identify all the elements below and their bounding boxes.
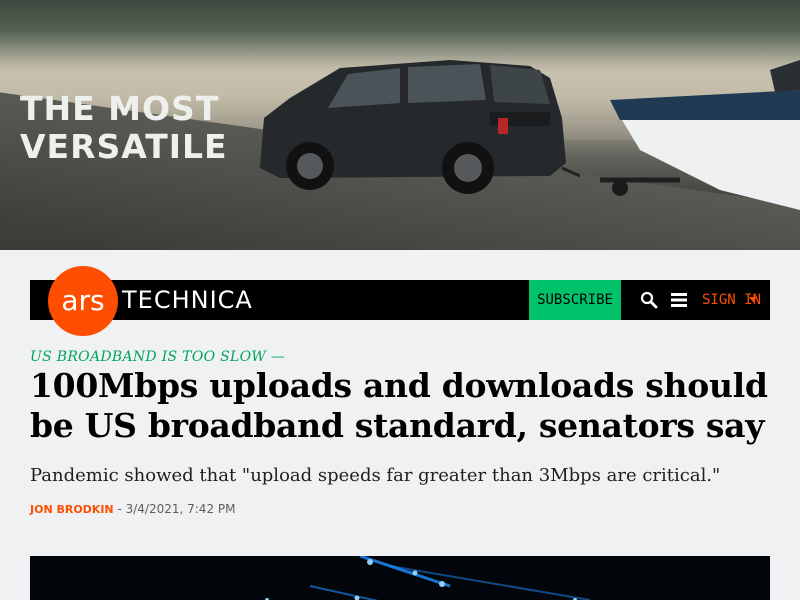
ars-logo[interactable]: ars: [48, 266, 118, 336]
menu-icon[interactable]: [671, 292, 687, 308]
advertisement-banner[interactable]: THE MOST VERSATILE: [0, 0, 800, 250]
ad-headline: THE MOST VERSATILE: [20, 90, 240, 166]
article-lead-image: [30, 556, 770, 600]
logo-technica-text[interactable]: TECHNICA: [122, 284, 253, 316]
subscribe-button[interactable]: SUBSCRIBE: [529, 280, 621, 320]
article-dek: Pandemic showed that "upload speeds far …: [30, 465, 721, 486]
suv-image: [260, 60, 580, 194]
ad-headline-line2: VERSATILE: [20, 127, 228, 166]
article-kicker: US BROADBAND IS TOO SLOW —: [30, 349, 286, 365]
article-title: 100Mbps uploads and downloads should be …: [30, 366, 768, 445]
boat-image: [600, 60, 800, 210]
author-link[interactable]: JON BRODKIN: [30, 503, 114, 516]
byline-separator: -: [113, 502, 126, 516]
chevron-down-icon[interactable]: [749, 297, 757, 302]
article-date: 3/4/2021, 7:42 PM: [125, 502, 236, 516]
article-byline: JON BRODKIN - 3/4/2021, 7:42 PM: [30, 500, 235, 519]
logo-ars-text: ars: [61, 283, 105, 317]
ad-headline-line1: THE MOST: [20, 89, 220, 128]
lead-image-lights: [265, 556, 591, 600]
search-icon[interactable]: [640, 291, 658, 309]
